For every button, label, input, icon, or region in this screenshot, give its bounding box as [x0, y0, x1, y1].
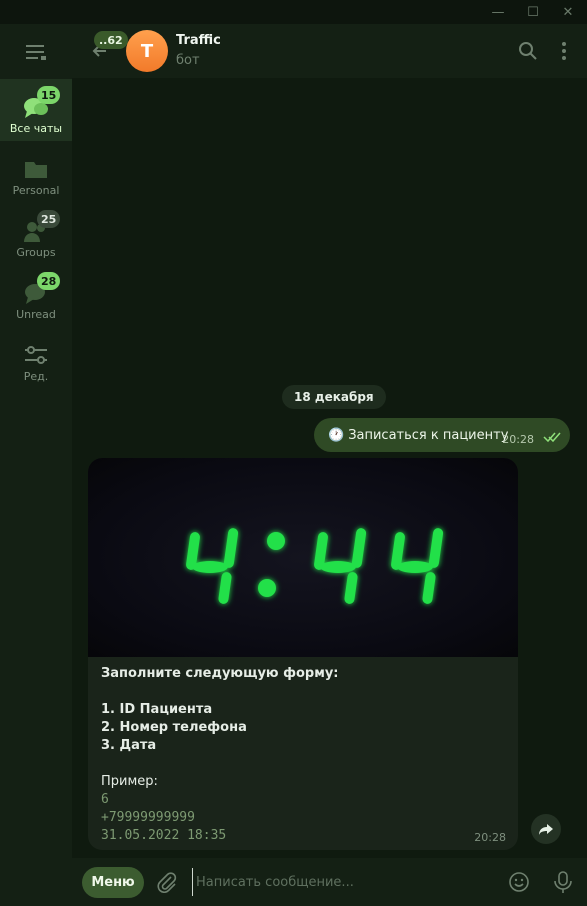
- example-phone[interactable]: +79999999999: [101, 809, 505, 827]
- maximize-button[interactable]: ☐: [525, 4, 541, 20]
- close-window-button[interactable]: ✕: [560, 4, 576, 20]
- digital-clock-image: [186, 528, 444, 604]
- chat-header: ..62 T Traffic бот: [72, 24, 587, 78]
- message-text: Записаться к пациенту: [348, 427, 509, 443]
- folder-label: Ред.: [23, 370, 49, 383]
- clock-icon: 🕐: [328, 427, 345, 443]
- folder-groups[interactable]: 25 Groups: [0, 203, 72, 265]
- folder-label: Unread: [16, 308, 56, 321]
- form-item: 2. Номер телефона: [101, 720, 247, 735]
- folder-personal[interactable]: Personal: [0, 141, 72, 203]
- message-list[interactable]: 18 декабря 🕐 Записаться к пациенту 20:28: [72, 78, 587, 858]
- folder-label: Personal: [12, 184, 60, 197]
- form-item: 1. ID Пациента: [101, 702, 213, 717]
- hamburger-menu-icon[interactable]: [24, 42, 48, 62]
- folder-icon: [23, 156, 49, 182]
- folder-all-chats[interactable]: 15 Все чаты: [0, 79, 72, 141]
- folder-unread[interactable]: 28 Unread: [0, 265, 72, 327]
- back-unread-badge: ..62: [94, 31, 128, 49]
- incoming-message[interactable]: Заполните следующую форму: 1. ID Пациент…: [88, 458, 518, 850]
- chats-icon: 15: [23, 86, 61, 120]
- example-date[interactable]: 31.05.2022 18:35: [101, 827, 505, 845]
- avatar[interactable]: T: [126, 30, 168, 72]
- window-titlebar: — ☐ ✕: [0, 0, 587, 24]
- message-input[interactable]: [192, 868, 492, 896]
- example-label: Пример:: [101, 774, 158, 789]
- clock-photo[interactable]: [88, 458, 518, 657]
- unread-badge: 25: [37, 210, 61, 228]
- folder-label: Все чаты: [9, 122, 63, 135]
- search-icon[interactable]: [518, 41, 538, 61]
- emoji-icon[interactable]: [508, 871, 530, 893]
- sliders-icon: [23, 342, 49, 368]
- folder-label: Groups: [16, 246, 56, 259]
- microphone-icon[interactable]: [552, 870, 574, 894]
- bot-menu-button[interactable]: Меню: [82, 867, 144, 898]
- folder-sidebar: 15 Все чаты Personal 25 Groups 28 Unread…: [0, 24, 72, 906]
- users-icon: 25: [23, 210, 61, 244]
- form-item: 3. Дата: [101, 738, 157, 753]
- example-id[interactable]: 6: [101, 791, 505, 809]
- date-separator: 18 декабря: [282, 385, 386, 409]
- forward-icon: [539, 824, 553, 835]
- chat-title[interactable]: Traffic: [176, 33, 221, 48]
- unread-badge: 15: [37, 86, 61, 104]
- minimize-button[interactable]: —: [490, 4, 506, 20]
- form-instruction: Заполните следующую форму:: [101, 666, 339, 681]
- chat-bubble-icon: 28: [23, 272, 61, 306]
- message-body: Заполните следующую форму: 1. ID Пациент…: [88, 657, 518, 845]
- message-time: 20:28: [474, 831, 506, 844]
- folder-edit[interactable]: Ред.: [0, 327, 72, 389]
- message-time: 20:28: [502, 433, 534, 446]
- read-checkmarks-icon: [543, 432, 561, 443]
- attach-icon[interactable]: [156, 871, 178, 893]
- outgoing-message[interactable]: 🕐 Записаться к пациенту 20:28: [314, 418, 570, 452]
- chat-subtitle: бот: [176, 53, 200, 68]
- unread-badge: 28: [37, 272, 61, 290]
- forward-button[interactable]: [531, 814, 561, 844]
- more-options-icon[interactable]: [554, 41, 574, 61]
- message-composer: Меню: [72, 858, 587, 906]
